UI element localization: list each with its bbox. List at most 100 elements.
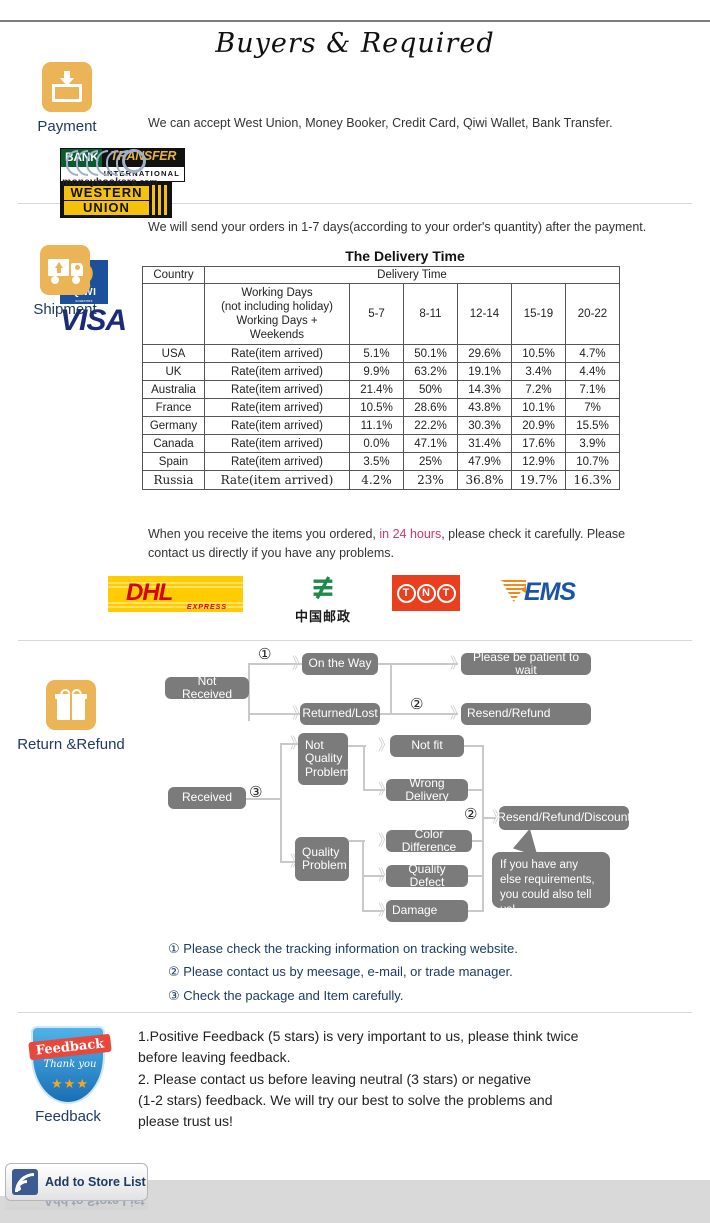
- western-union-line2: UNION: [64, 200, 149, 215]
- node-received[interactable]: Received: [168, 787, 246, 809]
- node-color-difference[interactable]: Color Difference: [386, 827, 472, 854]
- node-not-quality-problem[interactable]: Not Quality Problem: [298, 733, 350, 785]
- flow-line: [280, 743, 282, 861]
- feedback-shield-icon: Feedback Thank you ★★★: [28, 1026, 112, 1104]
- node-be-patient[interactable]: Please be patient to wait: [461, 650, 591, 677]
- flow-marker-2: ②: [410, 695, 424, 713]
- cell-rate-label: Rate(item arrived): [204, 398, 350, 418]
- divider-shipment: [18, 640, 692, 641]
- cell-value: 17.6%: [511, 434, 566, 454]
- tnt-logo: T N T: [392, 575, 460, 611]
- node-on-the-way[interactable]: On the Way: [302, 653, 378, 675]
- cell-value: 22.2%: [403, 416, 458, 436]
- section-label-shipment: Shipment: [33, 301, 97, 318]
- check-text-part1: When you receive the items you ordered,: [148, 527, 380, 541]
- flow-marker-1: ①: [258, 645, 272, 663]
- node-quality-line2: Problem: [302, 858, 347, 872]
- feedback-text: 1.Positive Feedback (5 stars) is very im…: [138, 1026, 683, 1132]
- cell-value: 4.2%: [349, 470, 404, 491]
- section-label-payment: Payment: [37, 118, 97, 135]
- feedback-badge-stars: ★★★: [51, 1076, 89, 1091]
- cell-value: 15.5%: [565, 416, 620, 436]
- dhl-word: DHL: [126, 579, 173, 606]
- feedback-badge-sub: Thank you: [43, 1059, 97, 1070]
- flow-line: [482, 745, 484, 910]
- cell-value: 0.0%: [349, 434, 404, 454]
- tnt-letter-3: T: [436, 583, 456, 603]
- flow-line: [468, 910, 484, 912]
- cell-rate-label: Rate(item arrived): [204, 380, 350, 400]
- feedback-line: please trust us!: [138, 1113, 233, 1130]
- cell-value: 11.1%: [349, 416, 404, 436]
- note-number: ①: [168, 942, 180, 957]
- node-quality-problem[interactable]: Quality Problem: [295, 837, 349, 881]
- node-damage[interactable]: Damage: [386, 900, 468, 922]
- cell-value: 3.9%: [565, 434, 620, 454]
- flow-line: [468, 789, 484, 791]
- divider-returns: [18, 1012, 692, 1013]
- node-resend-refund[interactable]: Resend/Refund: [461, 703, 591, 725]
- cell-country: UK: [142, 362, 205, 382]
- payment-logos: BANK TRANSFER INTERNATIONAL WESTERN UNIO…: [60, 148, 690, 337]
- payment-description: We can accept West Union, Money Booker, …: [148, 116, 613, 130]
- note-item: ③ Check the package and Item carefully.: [168, 985, 518, 1008]
- flow-line: [246, 798, 282, 800]
- node-returned-lost[interactable]: Returned/Lost: [300, 703, 380, 725]
- ems-logo: EMS: [500, 576, 610, 610]
- th-working-days: Working Days (not including holiday) Worki…: [204, 282, 350, 346]
- flow-line: [390, 663, 392, 713]
- delivery-time-table: Country Delivery Time Working Days (not inc…: [142, 266, 620, 491]
- cell-rate-label: Rate(item arrived): [204, 434, 350, 454]
- flow-line: [349, 840, 365, 842]
- th-range-1: 8-11: [403, 282, 458, 346]
- flow-marker-2b: ②: [464, 805, 478, 823]
- cell-value: 23%: [403, 470, 458, 491]
- table-row: Australia Rate(item arrived) 21.4% 50% 14.3%…: [142, 380, 620, 400]
- note-text: Please contact us by meesage, e-mail, or…: [183, 964, 513, 980]
- moneybookers-name: moneybookers: [62, 176, 137, 188]
- table-row: Spain Rate(item arrived) 3.5% 25% 47.9% 12.9%…: [142, 452, 620, 472]
- th-range-3: 15-19: [511, 282, 566, 346]
- node-not-fit[interactable]: Not fit: [390, 735, 464, 757]
- cell-country: Russia: [142, 470, 205, 491]
- cell-value: 19.1%: [457, 362, 512, 382]
- node-quality-defect[interactable]: Quality Defect: [386, 862, 468, 889]
- node-resend-refund-discount[interactable]: Resend/Refund/Discount: [497, 806, 631, 830]
- rss-icon: [12, 1169, 38, 1195]
- cell-rate-label: Rate(item arrived): [204, 362, 350, 382]
- cell-value: 31.4%: [457, 434, 512, 454]
- node-wrong-delivery[interactable]: Wrong Delivery: [386, 776, 468, 803]
- cell-value: 20.9%: [511, 416, 566, 436]
- check-items-text: When you receive the items you ordered, …: [148, 525, 628, 563]
- cell-country: Germany: [142, 416, 205, 436]
- th-country: Country: [142, 266, 205, 284]
- section-payment: Payment: [12, 62, 122, 135]
- th-delivery-time: Delivery Time: [204, 266, 620, 284]
- node-quality-line1: Quality: [302, 844, 340, 859]
- feedback-line: (1-2 stars) feedback. We will try our be…: [138, 1091, 553, 1108]
- china-post-text: 中国邮政: [294, 610, 351, 625]
- note-text: Check the package and Item carefully.: [183, 987, 404, 1003]
- cell-value: 29.6%: [457, 344, 512, 364]
- node-not-received[interactable]: Not Received: [165, 674, 249, 701]
- cell-value: 9.9%: [349, 362, 404, 382]
- node-not-quality-line3: Problem: [305, 764, 350, 779]
- western-union-bars: [152, 185, 168, 215]
- cell-value: 28.6%: [403, 398, 458, 418]
- cell-value: 7.2%: [511, 380, 566, 400]
- cell-value: 4.4%: [565, 362, 620, 382]
- cell-country: France: [142, 398, 205, 418]
- flow-line: [464, 745, 484, 747]
- add-to-store-list-button[interactable]: Add to Store List: [5, 1163, 148, 1201]
- table-row: UK Rate(item arrived) 9.9% 63.2% 19.1% 3.4% 4.…: [142, 362, 620, 382]
- dhl-sub: EXPRESS: [186, 604, 227, 611]
- table-row: USA Rate(item arrived) 5.1% 50.1% 29.6% 10.5%…: [142, 344, 620, 364]
- cell-value: 47.9%: [457, 452, 512, 472]
- cell-rate-label: Rate(item arrived): [204, 452, 350, 472]
- cell-rate-label: Rate(item arrived): [204, 470, 350, 491]
- callout-extra-requirements: If you have any else requirements, you c…: [492, 852, 610, 916]
- moneybookers-tld: .com: [136, 177, 158, 188]
- flow-line: [363, 745, 365, 789]
- moneybookers-ring: [122, 149, 146, 173]
- section-shipment: Shipment: [10, 245, 120, 318]
